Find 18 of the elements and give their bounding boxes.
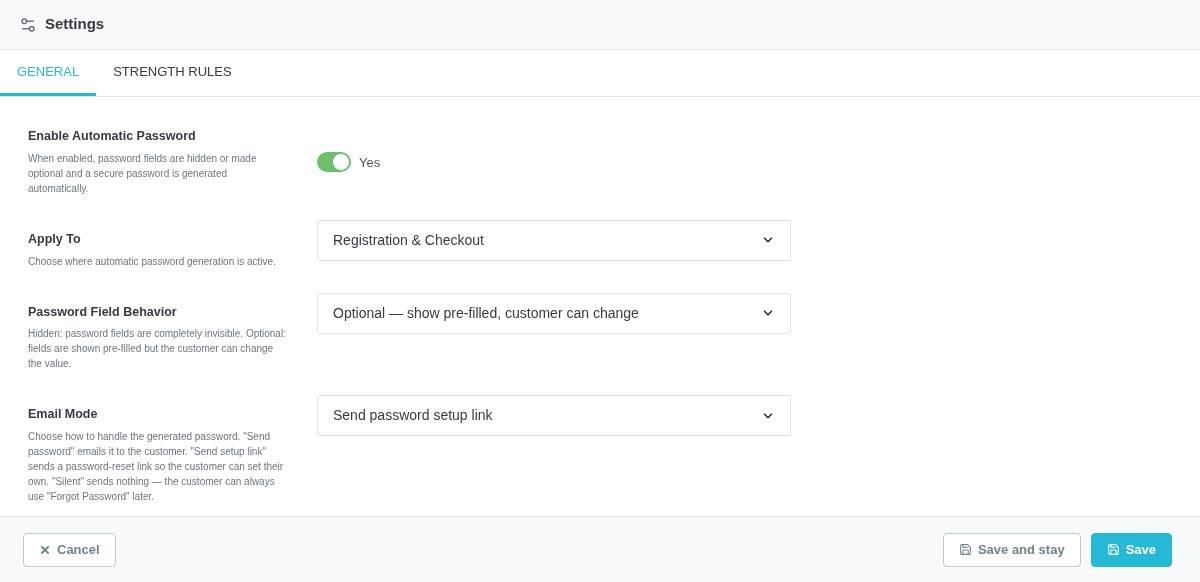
field-label: Apply To [28, 230, 82, 248]
field-description: Choose how to handle the generated password. "Send password" emails it to the customer. "Send setup link" sends a password-reset link so the customer can set their own. "Silent" sends nothing — the customer can always use "Forgot Password" later. [28, 430, 285, 504]
field-label: Enable Automatic Password [28, 128, 197, 145]
toggle-switch[interactable] [317, 152, 351, 173]
select-field[interactable]: Send password setup link [317, 395, 791, 437]
toggle-label: Yes [359, 153, 381, 172]
select-field[interactable]: Optional — show pre-filled, customer can change [317, 292, 791, 334]
page-title: Settings [45, 14, 105, 35]
close-icon [39, 543, 51, 556]
tab[interactable]: STRENGTH RULES [96, 50, 249, 96]
field-description: Choose where automatic password generation is active. [28, 254, 277, 269]
field-label: Email Mode [28, 406, 99, 424]
field-label: Password Field Behavior [28, 303, 178, 321]
field-description: When enabled, password fields are hidden or made optional and a secure password is generated automatically. [28, 151, 258, 196]
select-field[interactable]: Registration & Checkout [317, 219, 791, 261]
field-description: Hidden: password fields are completely invisible. Optional: fields are shown pre-filled but the customer can change the value. [28, 327, 287, 372]
save-and-stay-button[interactable]: Save and stay [942, 532, 1081, 567]
cancel-button[interactable]: Cancel [23, 532, 116, 567]
